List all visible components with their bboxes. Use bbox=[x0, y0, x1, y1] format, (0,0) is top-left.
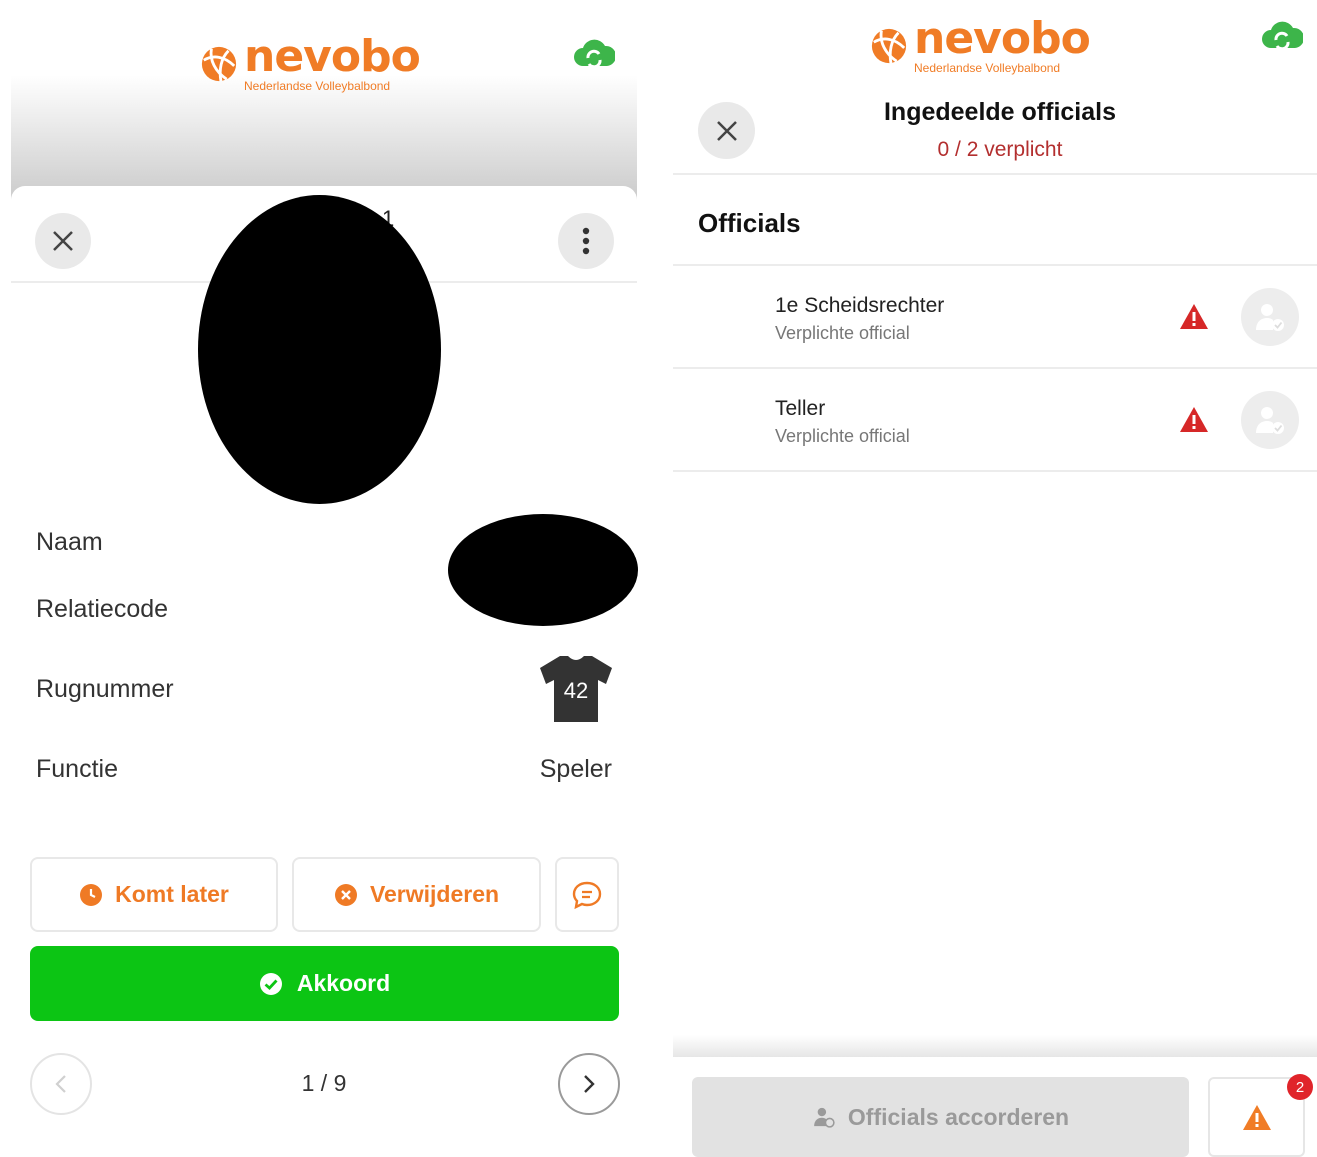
officials-required-count: 0 / 2 verplicht bbox=[937, 138, 1063, 161]
officials-section-title: Officials bbox=[698, 208, 801, 238]
user-check-icon bbox=[1256, 304, 1284, 331]
logo-wordmark: nevobo bbox=[244, 31, 421, 82]
officials-accorderen-button[interactable]: Officials accorderen bbox=[692, 1077, 1189, 1157]
more-options-button[interactable] bbox=[558, 213, 614, 269]
official-role: Teller bbox=[775, 397, 826, 420]
detail-label-naam: Naam bbox=[36, 528, 103, 556]
close-officials-button[interactable] bbox=[698, 102, 755, 159]
prev-page-button[interactable] bbox=[30, 1053, 92, 1115]
officials-sheet-title: Ingedeelde officials bbox=[883, 98, 1116, 126]
volleyball-icon bbox=[871, 28, 907, 63]
redacted-photo bbox=[198, 195, 441, 504]
next-page-button[interactable] bbox=[558, 1053, 620, 1115]
redacted-name-code bbox=[448, 514, 638, 626]
check-circle-icon bbox=[259, 972, 282, 995]
jersey-number: 42 bbox=[563, 678, 589, 703]
nevobo-logo-right: nevobo Nederlandse Volleybalbond bbox=[870, 13, 1091, 75]
cloud-sync-icon[interactable] bbox=[1261, 18, 1303, 54]
assign-official-button[interactable] bbox=[1241, 288, 1299, 346]
remove-circle-icon bbox=[334, 883, 357, 906]
official-row[interactable]: 1e Scheidsrechter Verplichte official bbox=[673, 266, 1317, 367]
user-check-icon bbox=[1256, 407, 1284, 434]
volleyball-icon bbox=[201, 46, 237, 81]
detail-label-relatiecode: Relatiecode bbox=[36, 595, 169, 623]
akkoord-label: Akkoord bbox=[296, 970, 391, 996]
akkoord-button[interactable]: Akkoord bbox=[30, 946, 619, 1021]
footer-shadow bbox=[673, 1035, 1317, 1057]
detail-value-functie: Speler bbox=[539, 755, 612, 783]
comment-button[interactable] bbox=[555, 857, 619, 932]
logo-subtitle: Nederlandse Volleybalbond bbox=[244, 79, 391, 93]
row-divider bbox=[673, 470, 1317, 472]
komt-later-label: Komt later bbox=[115, 881, 229, 907]
officials-accorderen-label: Officials accorderen bbox=[847, 1103, 1070, 1130]
warning-triangle-icon bbox=[1180, 407, 1208, 432]
official-row[interactable]: Teller Verplichte official bbox=[673, 369, 1317, 470]
more-vertical-icon bbox=[582, 227, 590, 255]
jersey-icon: 42 bbox=[538, 654, 614, 724]
close-button[interactable] bbox=[35, 213, 91, 269]
logo-subtitle: Nederlandse Volleybalbond bbox=[914, 61, 1061, 75]
komt-later-button[interactable]: Komt later bbox=[30, 857, 278, 932]
user-check-icon bbox=[814, 1107, 835, 1128]
warning-triangle-icon bbox=[1180, 304, 1208, 329]
detail-label-functie: Functie bbox=[36, 755, 118, 783]
close-icon bbox=[53, 231, 73, 251]
comment-icon bbox=[572, 881, 602, 909]
official-role: 1e Scheidsrechter bbox=[775, 294, 945, 317]
chevron-left-icon bbox=[55, 1075, 66, 1093]
warning-count-badge: 2 bbox=[1287, 1074, 1313, 1100]
assign-official-button[interactable] bbox=[1241, 391, 1299, 449]
page-indicator: 1 / 9 bbox=[301, 1070, 347, 1096]
cloud-sync-icon[interactable] bbox=[573, 36, 615, 72]
warning-triangle-icon bbox=[1242, 1104, 1271, 1130]
clock-icon bbox=[80, 883, 103, 906]
verwijderen-label: Verwijderen bbox=[369, 881, 500, 907]
official-requirement: Verplichte official bbox=[775, 426, 910, 446]
chevron-right-icon bbox=[584, 1075, 595, 1093]
official-requirement: Verplichte official bbox=[775, 323, 910, 343]
left-header-area bbox=[11, 0, 637, 200]
close-icon bbox=[716, 120, 737, 141]
logo-wordmark: nevobo bbox=[914, 13, 1091, 64]
nevobo-logo: nevobo Nederlandse Volleybalbond bbox=[200, 31, 421, 93]
verwijderen-button[interactable]: Verwijderen bbox=[292, 857, 541, 932]
officials-header-divider bbox=[673, 173, 1317, 175]
detail-label-rugnummer: Rugnummer bbox=[36, 675, 174, 703]
